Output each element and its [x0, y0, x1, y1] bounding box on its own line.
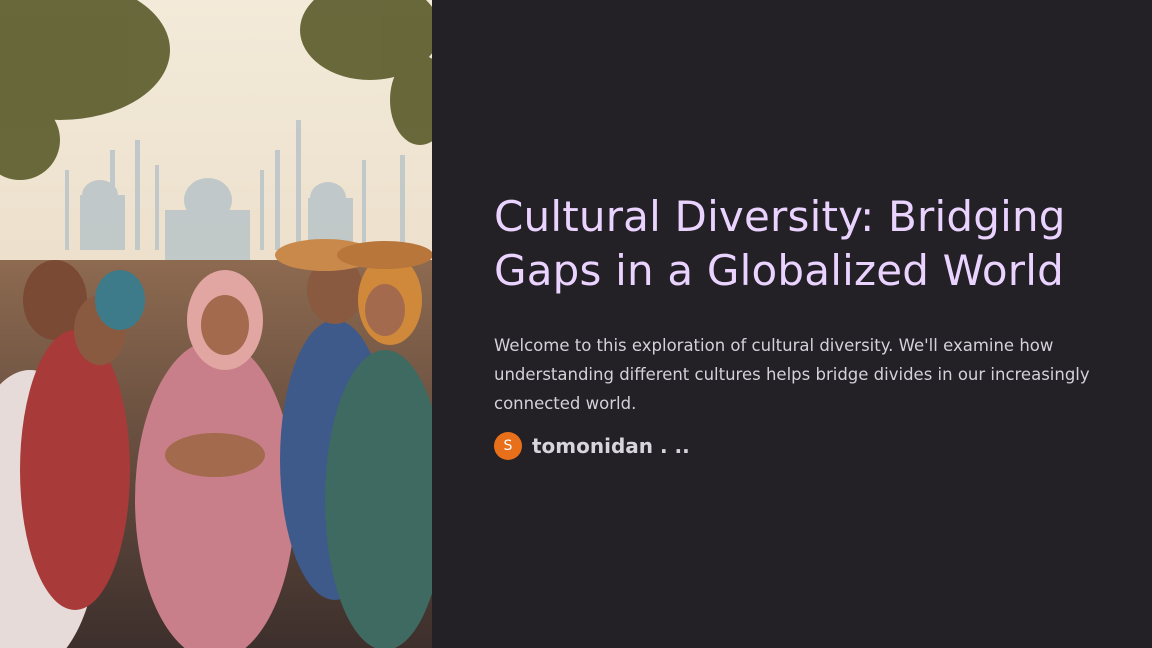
content-panel: Cultural Diversity: Bridging Gaps in a G… — [432, 0, 1152, 648]
author-name[interactable]: tomonidan . .. — [532, 434, 690, 458]
slide-intro: Welcome to this exploration of cultural … — [494, 336, 1090, 413]
people-group — [0, 239, 432, 648]
avatar[interactable]: S — [494, 432, 522, 460]
hero-image — [0, 0, 432, 648]
slide-title: Cultural Diversity: Bridging Gaps in a G… — [494, 192, 1066, 295]
author-info[interactable]: S tomonidan . .. — [494, 432, 690, 460]
slide: Cultural Diversity: Bridging Gaps in a G… — [0, 0, 1152, 648]
people-joining-hands-illustration — [0, 0, 432, 648]
